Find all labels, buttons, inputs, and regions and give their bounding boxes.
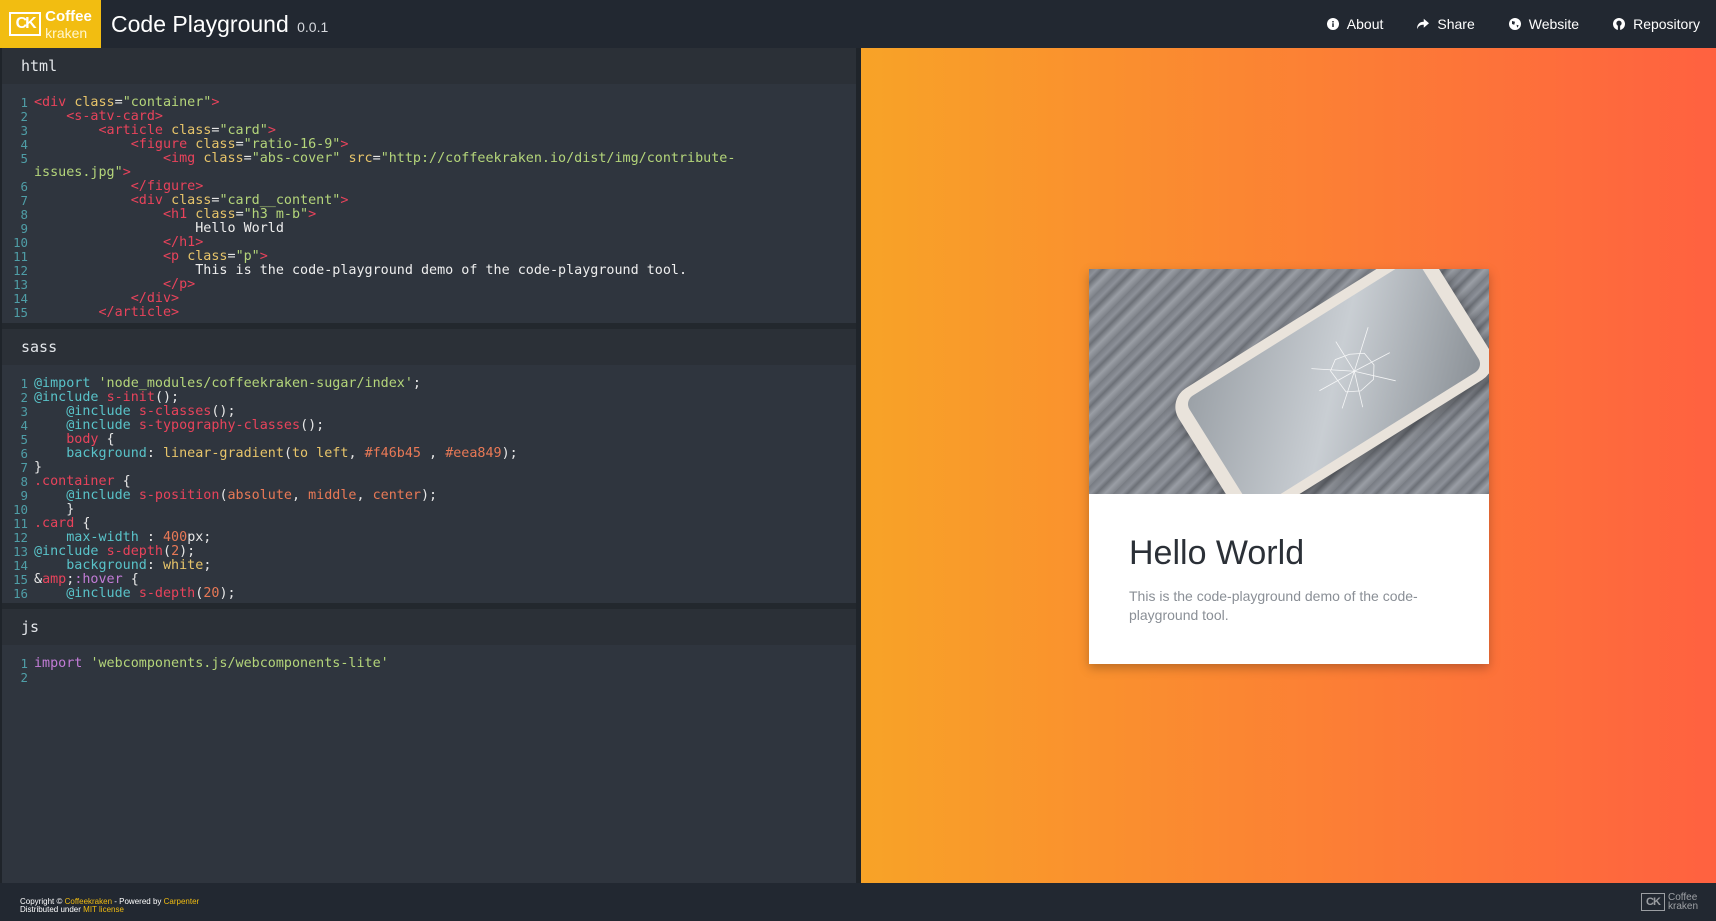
js-code[interactable]: 1 import 'webcomponents.js/webcomponents-… <box>2 645 858 883</box>
card-text: This is the code-playground demo of the … <box>1129 588 1418 623</box>
nav-about-label: About <box>1346 16 1384 32</box>
nav-about[interactable]: About <box>1326 16 1384 32</box>
card-content: Hello World This is the code-playground … <box>1089 494 1489 665</box>
app-title-text: Code Playground <box>111 11 289 37</box>
header-nav: About Share Website Repository <box>1326 0 1716 48</box>
nav-website-label: Website <box>1528 16 1580 32</box>
html-editor-title: html <box>2 48 858 84</box>
globe-icon <box>1508 18 1521 30</box>
preview-panel: Hello World This is the code-playground … <box>861 48 1716 883</box>
coffeekraken-logo[interactable]: CK Coffee kraken <box>0 0 101 48</box>
nav-website[interactable]: Website <box>1508 16 1580 32</box>
nav-repository[interactable]: Repository <box>1613 16 1700 32</box>
app-version: 0.0.1 <box>297 19 329 35</box>
sass-editor[interactable]: sass 1 @import 'node_modules/coffeekraken… <box>2 329 858 603</box>
footer-logo-line-2: kraken <box>1667 901 1698 912</box>
logo-mark: CK <box>9 12 42 36</box>
card-image <box>1089 269 1489 494</box>
footer-logo-text: Coffee kraken <box>1667 893 1698 912</box>
github-icon <box>1613 18 1626 30</box>
carpenter-link[interactable]: Carpenter <box>164 897 200 906</box>
nav-repository-label: Repository <box>1633 16 1700 32</box>
html-code[interactable]: 1 <div class="container"> 2 <s-atv-card> … <box>2 84 858 320</box>
app-header: CK Coffee kraken Code Playground 0.0.1 A… <box>0 0 1716 48</box>
sass-editor-title: sass <box>2 329 858 365</box>
sass-code[interactable]: 1 @import 'node_modules/coffeekraken-suga… <box>2 365 858 601</box>
license-link[interactable]: MIT license <box>83 905 124 914</box>
logo-line-1: Coffee <box>45 7 92 25</box>
phone-screen <box>1184 269 1484 494</box>
nav-share-label: Share <box>1437 16 1475 32</box>
nav-share[interactable]: Share <box>1417 16 1475 32</box>
footer-text: Copyright © Coffeekraken - Powered by Ca… <box>20 898 199 914</box>
share-icon <box>1417 18 1430 30</box>
editors-panel: html 1 <div class="container"> 2 <s-atv-c… <box>0 48 858 883</box>
app-title: Code Playground 0.0.1 <box>111 11 328 38</box>
js-editor-title: js <box>2 609 858 645</box>
preview-card[interactable]: Hello World This is the code-playground … <box>1089 269 1489 664</box>
phone-illustration <box>1167 269 1489 494</box>
info-icon <box>1326 18 1339 30</box>
footer-logo[interactable]: CK Coffee kraken <box>1640 893 1698 912</box>
cracked-glass-icon <box>1311 327 1396 409</box>
js-editor[interactable]: js 1 import 'webcomponents.js/webcomponen… <box>2 609 858 883</box>
logo-line-2: kraken <box>45 24 88 41</box>
card-title: Hello World <box>1129 534 1305 572</box>
html-editor[interactable]: html 1 <div class="container"> 2 <s-atv-c… <box>2 48 858 323</box>
distributed-label: Distributed under <box>20 905 81 914</box>
app-footer: Copyright © Coffeekraken - Powered by Ca… <box>0 883 1716 921</box>
logo-text: Coffee kraken <box>45 8 92 41</box>
footer-logo-mark: CK <box>1640 893 1665 911</box>
